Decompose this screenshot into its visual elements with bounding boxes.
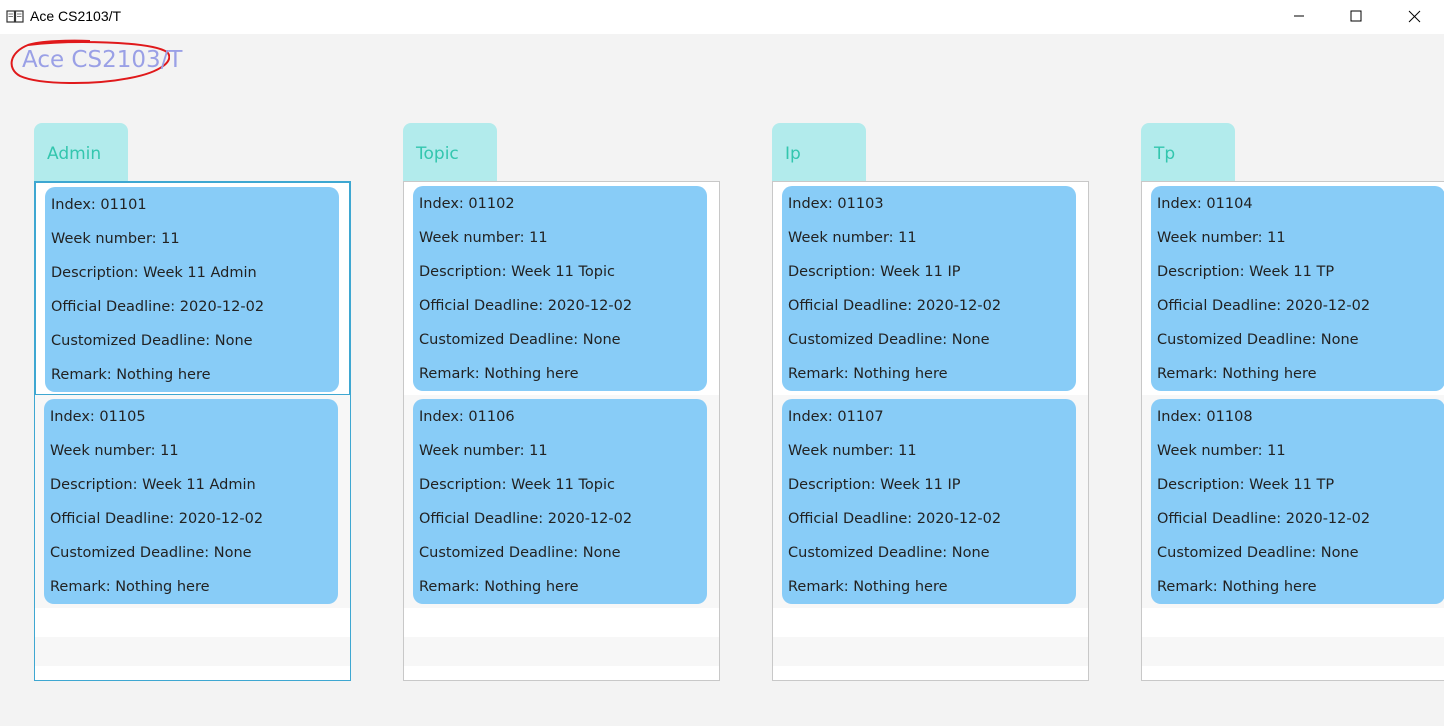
task-week-number: Week number: 11 [1157,443,1286,459]
task-card[interactable]: Index: 01101 Week number: 11 Description… [45,187,339,392]
task-list[interactable]: Index: 01104 Week number: 11 Description… [1141,181,1444,681]
task-official-deadline: Official Deadline: 2020-12-02 [419,298,633,314]
close-icon [1408,10,1420,22]
task-card[interactable]: Index: 01105 Week number: 11 Description… [44,399,338,604]
task-list-cell[interactable]: Index: 01108 Week number: 11 Description… [1142,395,1444,608]
task-official-deadline: Official Deadline: 2020-12-02 [788,511,1002,527]
minimize-button[interactable] [1270,0,1328,32]
task-description: Description: Week 11 Topic [419,264,615,280]
task-index: Index: 01104 [1157,196,1253,212]
column-tp: Tp Index: 01104 Week number: 11 Descript… [1141,123,1444,683]
task-remark: Remark: Nothing here [1157,366,1317,382]
task-customized-deadline: Customized Deadline: None [1157,545,1359,561]
task-list-cell[interactable]: Index: 01104 Week number: 11 Description… [1142,182,1444,395]
task-customized-deadline: Customized Deadline: None [51,333,253,349]
task-week-number: Week number: 11 [50,443,179,459]
task-week-number: Week number: 11 [51,231,180,247]
task-description: Description: Week 11 Admin [51,265,257,281]
task-list-cell[interactable]: Index: 01102 Week number: 11 Description… [404,182,719,395]
maximize-icon [1350,10,1362,22]
empty-list-row [35,637,350,666]
task-remark: Remark: Nothing here [1157,579,1317,595]
close-button[interactable] [1385,0,1443,32]
column-header-label: Topic [416,144,459,164]
column-header: Admin [34,123,128,181]
book-icon [6,9,24,23]
empty-list-row [773,637,1088,666]
task-week-number: Week number: 11 [788,443,917,459]
task-official-deadline: Official Deadline: 2020-12-02 [51,299,265,315]
task-description: Description: Week 11 Topic [419,477,615,493]
task-list-cell[interactable]: Index: 01107 Week number: 11 Description… [773,395,1088,608]
task-index: Index: 01107 [788,409,884,425]
task-list-cell[interactable]: Index: 01101 Week number: 11 Description… [35,182,350,395]
task-week-number: Week number: 11 [788,230,917,246]
task-customized-deadline: Customized Deadline: None [419,545,621,561]
column-header: Tp [1141,123,1235,181]
task-customized-deadline: Customized Deadline: None [50,545,252,561]
task-customized-deadline: Customized Deadline: None [788,332,990,348]
task-card[interactable]: Index: 01102 Week number: 11 Description… [413,186,707,391]
task-card[interactable]: Index: 01103 Week number: 11 Description… [782,186,1076,391]
task-remark: Remark: Nothing here [51,367,211,383]
task-official-deadline: Official Deadline: 2020-12-02 [50,511,264,527]
task-week-number: Week number: 11 [419,443,548,459]
column-header: Ip [772,123,866,181]
task-description: Description: Week 11 TP [1157,264,1335,280]
task-official-deadline: Official Deadline: 2020-12-02 [419,511,633,527]
task-list[interactable]: Index: 01103 Week number: 11 Description… [772,181,1089,681]
task-remark: Remark: Nothing here [419,366,579,382]
task-official-deadline: Official Deadline: 2020-12-02 [1157,298,1371,314]
task-description: Description: Week 11 IP [788,264,961,280]
task-list[interactable]: Index: 01101 Week number: 11 Description… [34,181,351,681]
task-official-deadline: Official Deadline: 2020-12-02 [788,298,1002,314]
window-title: Ace CS2103/T [30,8,122,24]
task-index: Index: 01108 [1157,409,1253,425]
task-remark: Remark: Nothing here [788,579,948,595]
task-week-number: Week number: 11 [419,230,548,246]
column-header-label: Admin [47,144,102,164]
task-customized-deadline: Customized Deadline: None [1157,332,1359,348]
task-index: Index: 01101 [51,197,147,213]
task-customized-deadline: Customized Deadline: None [419,332,621,348]
task-index: Index: 01105 [50,409,146,425]
task-card[interactable]: Index: 01106 Week number: 11 Description… [413,399,707,604]
task-index: Index: 01102 [419,196,515,212]
task-list-cell[interactable]: Index: 01105 Week number: 11 Description… [35,395,350,608]
task-week-number: Week number: 11 [1157,230,1286,246]
task-description: Description: Week 11 IP [788,477,961,493]
task-customized-deadline: Customized Deadline: None [788,545,990,561]
column-header-label: Tp [1154,144,1176,164]
task-index: Index: 01106 [419,409,515,425]
task-remark: Remark: Nothing here [50,579,210,595]
column-header-label: Ip [785,144,801,164]
task-card[interactable]: Index: 01104 Week number: 11 Description… [1151,186,1444,391]
task-list-cell[interactable]: Index: 01106 Week number: 11 Description… [404,395,719,608]
task-card[interactable]: Index: 01107 Week number: 11 Description… [782,399,1076,604]
empty-list-row [35,608,350,637]
minimize-icon [1294,15,1304,17]
task-remark: Remark: Nothing here [788,366,948,382]
task-description: Description: Week 11 Admin [50,477,256,493]
task-remark: Remark: Nothing here [419,579,579,595]
empty-list-row [773,608,1088,637]
empty-list-row [404,637,719,666]
app-header: Ace CS2103/T [10,38,182,88]
empty-list-row [1142,608,1444,637]
maximize-button[interactable] [1327,0,1385,32]
window-titlebar: Ace CS2103/T [0,0,1444,34]
empty-list-row [1142,637,1444,666]
column-header: Topic [403,123,497,181]
task-index: Index: 01103 [788,196,884,212]
empty-list-row [404,608,719,637]
task-description: Description: Week 11 TP [1157,477,1335,493]
task-list[interactable]: Index: 01102 Week number: 11 Description… [403,181,720,681]
task-card[interactable]: Index: 01108 Week number: 11 Description… [1151,399,1444,604]
task-list-cell[interactable]: Index: 01103 Week number: 11 Description… [773,182,1088,395]
task-official-deadline: Official Deadline: 2020-12-02 [1157,511,1371,527]
app-header-title: Ace CS2103/T [22,47,183,73]
